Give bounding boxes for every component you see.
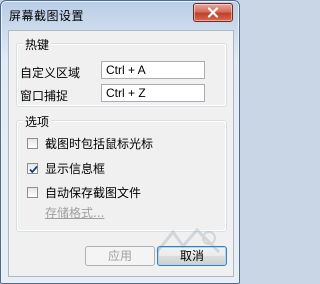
hotkeys-group-label: 热键: [23, 36, 52, 53]
hotkeys-group: 热键 自定义区域 Ctrl + A 窗口捕捉 Ctrl + Z: [16, 36, 227, 107]
show-info-box-option[interactable]: 显示信息框: [27, 160, 105, 176]
options-group: 选项 截图时包括鼠标光标 显示信息框 自动保存截图文件 存储格式...: [16, 113, 227, 232]
options-group-label: 选项: [23, 113, 52, 130]
auto-save-checkbox[interactable]: [27, 186, 38, 198]
show-info-box-checkbox[interactable]: [27, 162, 38, 174]
custom-area-hotkey-field[interactable]: Ctrl + A: [101, 61, 205, 79]
include-cursor-label: 截图时包括鼠标光标: [45, 136, 154, 151]
storage-format-link[interactable]: 存储格式...: [45, 204, 104, 221]
window-capture-hotkey-field[interactable]: Ctrl + Z: [101, 84, 205, 102]
show-info-box-label: 显示信息框: [45, 161, 106, 176]
dialog-client-area: 热键 自定义区域 Ctrl + A 窗口捕捉 Ctrl + Z 选项 截图时包括…: [8, 30, 234, 277]
auto-save-label: 自动保存截图文件: [45, 185, 142, 200]
checkmark-icon: [29, 165, 38, 173]
custom-area-label: 自定义区域: [20, 66, 81, 80]
settings-dialog: 屏幕截图设置 热键 自定义区域 Ctrl + A 窗口捕捉 Ctrl + Z 选…: [0, 0, 240, 284]
watermark-logo: [155, 227, 221, 254]
close-button[interactable]: [193, 3, 233, 22]
include-cursor-option[interactable]: 截图时包括鼠标光标: [27, 135, 153, 151]
window-capture-label: 窗口捕捉: [20, 89, 69, 103]
window-title: 屏幕截图设置: [9, 9, 85, 23]
apply-button[interactable]: 应用: [85, 246, 155, 266]
title-bar[interactable]: 屏幕截图设置: [1, 1, 239, 29]
close-icon: [207, 7, 219, 18]
auto-save-option[interactable]: 自动保存截图文件: [27, 184, 141, 200]
include-cursor-checkbox[interactable]: [27, 137, 38, 149]
